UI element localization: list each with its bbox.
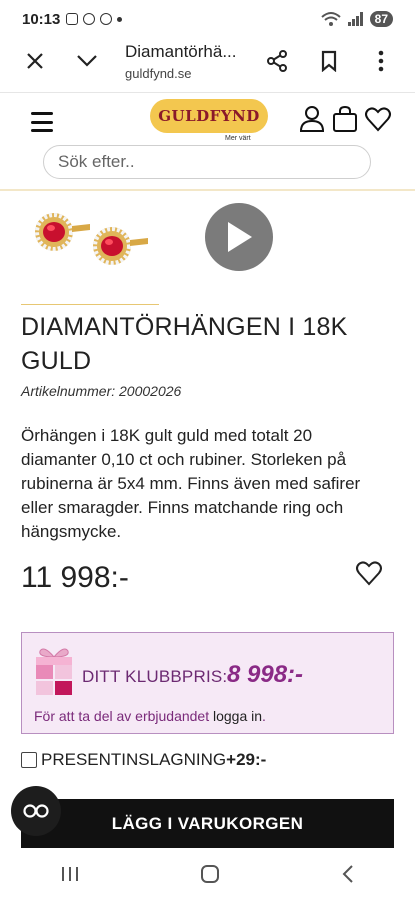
site-logo[interactable]: GULDFYND	[150, 99, 268, 133]
club-login-note: För att ta del av erbjudandet logga in.	[34, 708, 266, 724]
close-icon	[27, 53, 43, 69]
chevron-down-icon	[77, 55, 97, 67]
club-price-value: 8 998:-	[227, 661, 304, 688]
bookmark-button[interactable]	[314, 46, 344, 76]
browser-toolbar: Diamantörhä... guldfynd.se	[0, 38, 415, 88]
product-description: Örhängen i 18K gult guld med totalt 20 d…	[21, 426, 361, 541]
article-number: Artikelnummer: 20002026	[21, 383, 182, 399]
earring-image	[35, 213, 90, 251]
gift-icon	[36, 648, 72, 695]
earring-image-2	[93, 227, 148, 265]
status-time: 10:13	[22, 10, 61, 28]
heart-icon[interactable]	[355, 560, 383, 586]
screenshot-icon	[66, 13, 79, 25]
more-notifications-icon	[117, 16, 123, 22]
club-note-text: För att ta del av erbjudandet	[34, 708, 213, 724]
product-title: DIAMANTÖRHÄNGEN I 18K GULD	[21, 313, 348, 375]
play-icon	[228, 222, 252, 252]
glasses-icon	[23, 804, 49, 818]
accessibility-fab[interactable]	[11, 786, 61, 836]
close-tab-button[interactable]	[20, 46, 50, 76]
gift-wrap-label: PRESENTINSLAGNING	[41, 750, 227, 769]
cart-icon[interactable]	[331, 105, 359, 133]
heart-icon[interactable]	[364, 105, 392, 133]
club-note-period: .	[262, 708, 266, 724]
status-bar: 10:13 87	[0, 0, 415, 38]
url-block[interactable]: Diamantörhä... guldfynd.se	[125, 42, 237, 81]
gift-wrap-checkbox[interactable]	[21, 752, 37, 768]
recents-icon[interactable]	[60, 865, 80, 883]
facebook-icon	[100, 13, 113, 25]
club-price-box: DITT KLUBBPRIS: 8 998:- För att ta del a…	[21, 632, 394, 734]
add-to-cart-button[interactable]: LÄGG I VARUKORGEN	[21, 799, 394, 849]
wifi-icon	[320, 12, 341, 26]
signal-icon	[347, 12, 363, 26]
video-play-button[interactable]	[205, 203, 273, 271]
home-icon[interactable]	[199, 863, 221, 885]
search-placeholder: Sök efter..	[58, 152, 135, 171]
site-header: GULDFYND Mer värt Sök efter..	[0, 92, 415, 191]
page-title: Diamantörhä...	[125, 42, 237, 61]
page-domain: guldfynd.se	[125, 66, 192, 81]
gift-wrap-option[interactable]: PRESENTINSLAGNING +29:-	[21, 750, 266, 770]
product-price: 11 998:-	[21, 561, 129, 594]
user-icon[interactable]	[298, 105, 326, 133]
club-price-label: DITT KLUBBPRIS:	[82, 667, 228, 686]
snapchat-icon	[83, 13, 96, 25]
battery-indicator: 87	[369, 11, 393, 27]
notification-icons	[66, 13, 123, 25]
collapse-button[interactable]	[72, 46, 102, 76]
share-icon	[267, 50, 287, 72]
login-link[interactable]: logga in	[213, 708, 262, 724]
bookmark-icon	[321, 50, 337, 72]
search-input[interactable]: Sök efter..	[43, 145, 371, 179]
logo-text: GULDFYND	[158, 107, 260, 125]
back-icon[interactable]	[341, 864, 355, 884]
system-nav-bar	[0, 848, 415, 900]
share-button[interactable]	[262, 46, 292, 76]
more-options-button[interactable]	[366, 46, 396, 76]
divider	[21, 304, 159, 305]
hamburger-icon[interactable]	[31, 112, 53, 132]
more-icon	[378, 50, 384, 72]
logo-tagline: Mer värt	[225, 135, 251, 142]
gift-wrap-price: +29:-	[226, 750, 267, 769]
